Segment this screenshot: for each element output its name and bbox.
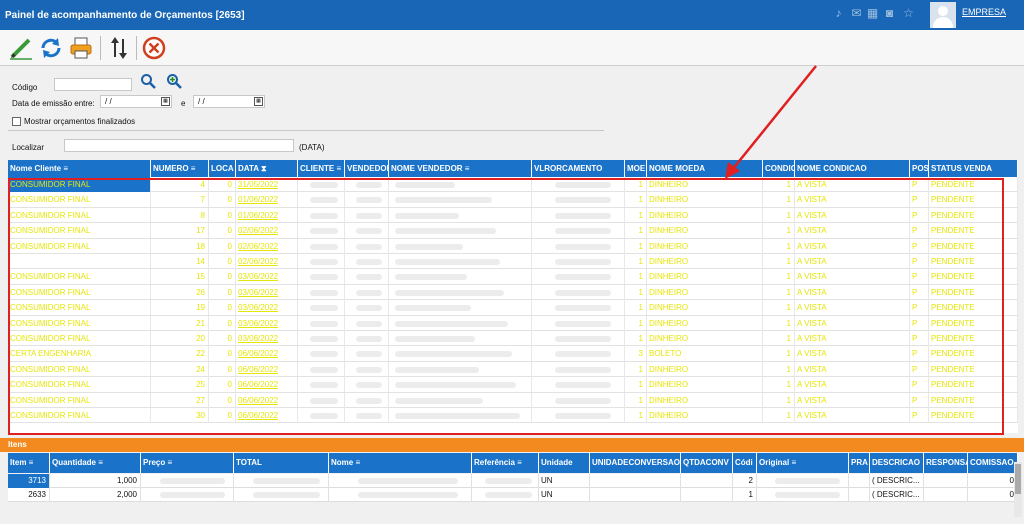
chat-icon[interactable]: ✉: [850, 7, 863, 20]
camera-icon[interactable]: ◙: [883, 7, 896, 20]
zoom-in-icon[interactable]: [166, 73, 182, 89]
items-cell-empty: [849, 474, 870, 488]
column-header[interactable]: STATUS VENDA: [929, 160, 1018, 177]
items-cell-comissao: 0: [968, 474, 1018, 488]
date-separator: e: [181, 99, 186, 108]
items-column-header[interactable]: Item ≡: [8, 453, 50, 473]
items-column-header[interactable]: Unidade: [539, 453, 590, 473]
items-row[interactable]: 3713 1,000 UN 2 ( DESCRIC... 0: [8, 474, 1018, 488]
items-cell-unidade: UN: [539, 474, 590, 488]
items-cell-redacted: [757, 474, 849, 488]
column-header[interactable]: CLIENTE ≡: [298, 160, 345, 177]
column-header[interactable]: NOME VENDEDOR ≡: [389, 160, 532, 177]
column-header[interactable]: Nome Cliente ≡: [8, 160, 151, 177]
items-column-header[interactable]: Códi: [733, 453, 757, 473]
items-cell-codi: 1: [733, 488, 757, 502]
items-scrollbar[interactable]: [1014, 462, 1022, 517]
column-header[interactable]: MOE: [625, 160, 647, 177]
items-section-bar: Itens: [0, 438, 1024, 452]
date-to-value: / /: [198, 97, 205, 106]
column-header[interactable]: DATA ⧗: [236, 160, 298, 177]
items-column-header[interactable]: RESPONSÁ: [924, 453, 968, 473]
column-header[interactable]: LOCA: [209, 160, 236, 177]
items-column-header[interactable]: DESCRICAO: [870, 453, 924, 473]
divider: [8, 130, 604, 131]
grid-header: Nome Cliente ≡ NUMERO ≡ LOCA DATA ⧗ CLIENTE …: [8, 160, 1018, 177]
items-cell-codi: 2: [733, 474, 757, 488]
column-header[interactable]: POS: [910, 160, 929, 177]
items-cell-redacted: [141, 488, 234, 502]
items-cell-comissao: 0: [968, 488, 1018, 502]
items-cell-unidade: UN: [539, 488, 590, 502]
localizar-input[interactable]: [64, 139, 294, 152]
column-header[interactable]: VENDEDOR: [345, 160, 389, 177]
items-cell-empty: [924, 488, 968, 502]
annotation-arrow: [725, 65, 817, 179]
show-finished-label: Mostrar orçamentos finalizados: [24, 117, 136, 126]
items-row[interactable]: 2633 2,000 UN 1 ( DESCRIC... 0: [8, 488, 1018, 502]
items-cell-empty: [924, 474, 968, 488]
items-header: Item ≡ Quantidade ≡ Preço ≡ TOTAL Nome ≡ Refe…: [8, 453, 1018, 473]
search-icon[interactable]: [140, 73, 156, 89]
items-cell-descricao: ( DESCRIC...: [870, 474, 924, 488]
items-title: Itens: [8, 440, 27, 449]
items-column-header[interactable]: COMISSAO: [968, 453, 1018, 473]
bell-icon[interactable]: ♪: [832, 7, 845, 20]
calendar-icon[interactable]: ▦: [866, 7, 879, 20]
codigo-label: Código: [12, 83, 38, 92]
pencil-icon[interactable]: [8, 35, 34, 61]
items-cell-empty: [590, 488, 681, 502]
items-cell-redacted: [472, 488, 539, 502]
toolbar: [0, 30, 1024, 66]
items-cell-qtd: 1,000: [50, 474, 141, 488]
column-header[interactable]: NUMERO ≡: [151, 160, 209, 177]
localizar-hint: (DATA): [299, 143, 325, 152]
items-column-header[interactable]: UNIDADECONVERSAO: [590, 453, 681, 473]
items-cell-redacted: [329, 474, 472, 488]
cancel-icon[interactable]: [141, 35, 167, 61]
items-cell-item: 3713: [8, 474, 50, 488]
window-title: Painel de acompanhamento de Orçamentos […: [5, 10, 245, 21]
items-column-header[interactable]: Quantidade ≡: [50, 453, 141, 473]
calendar-icon[interactable]: ▦: [161, 97, 170, 106]
items-cell-qtd: 2,000: [50, 488, 141, 502]
items-cell-empty: [681, 488, 733, 502]
items-column-header[interactable]: Nome ≡: [329, 453, 472, 473]
items-cell-redacted: [757, 488, 849, 502]
items-cell-redacted: [329, 488, 472, 502]
date-from-value: / /: [105, 97, 112, 106]
items-column-header[interactable]: Referência ≡: [472, 453, 539, 473]
items-column-header[interactable]: Preço ≡: [141, 453, 234, 473]
date-from-input[interactable]: / / ▦: [100, 95, 172, 108]
avatar[interactable]: [930, 2, 956, 28]
items-column-header[interactable]: PRA: [849, 453, 870, 473]
highlight-box: [8, 178, 1004, 435]
sort-icon[interactable]: [106, 35, 132, 61]
title-bar: Painel de acompanhamento de Orçamentos […: [0, 0, 1024, 30]
calendar-icon[interactable]: ▦: [254, 97, 263, 106]
date-to-input[interactable]: / / ▦: [193, 95, 265, 108]
items-cell-empty: [849, 488, 870, 502]
items-column-header[interactable]: TOTAL: [234, 453, 329, 473]
company-link[interactable]: EMPRESA: [962, 7, 1006, 17]
items-cell-redacted: [472, 474, 539, 488]
star-icon[interactable]: ☆: [902, 7, 915, 20]
items-cell-descricao: ( DESCRIC...: [870, 488, 924, 502]
items-column-header[interactable]: QTDACONV: [681, 453, 733, 473]
column-header[interactable]: VLRORCAMENTO: [532, 160, 625, 177]
codigo-input[interactable]: [54, 78, 132, 91]
items-column-header[interactable]: Original ≡: [757, 453, 849, 473]
data-emissao-label: Data de emissão entre:: [12, 99, 95, 108]
localizar-label: Localizar: [12, 143, 45, 152]
items-cell-redacted: [234, 474, 329, 488]
items-cell-empty: [590, 474, 681, 488]
refresh-icon[interactable]: [38, 35, 64, 61]
items-cell-redacted: [141, 474, 234, 488]
items-cell-redacted: [234, 488, 329, 502]
printer-icon[interactable]: [68, 35, 94, 61]
items-cell-empty: [681, 474, 733, 488]
show-finished-checkbox[interactable]: [12, 117, 21, 126]
items-cell-item: 2633: [8, 488, 50, 502]
